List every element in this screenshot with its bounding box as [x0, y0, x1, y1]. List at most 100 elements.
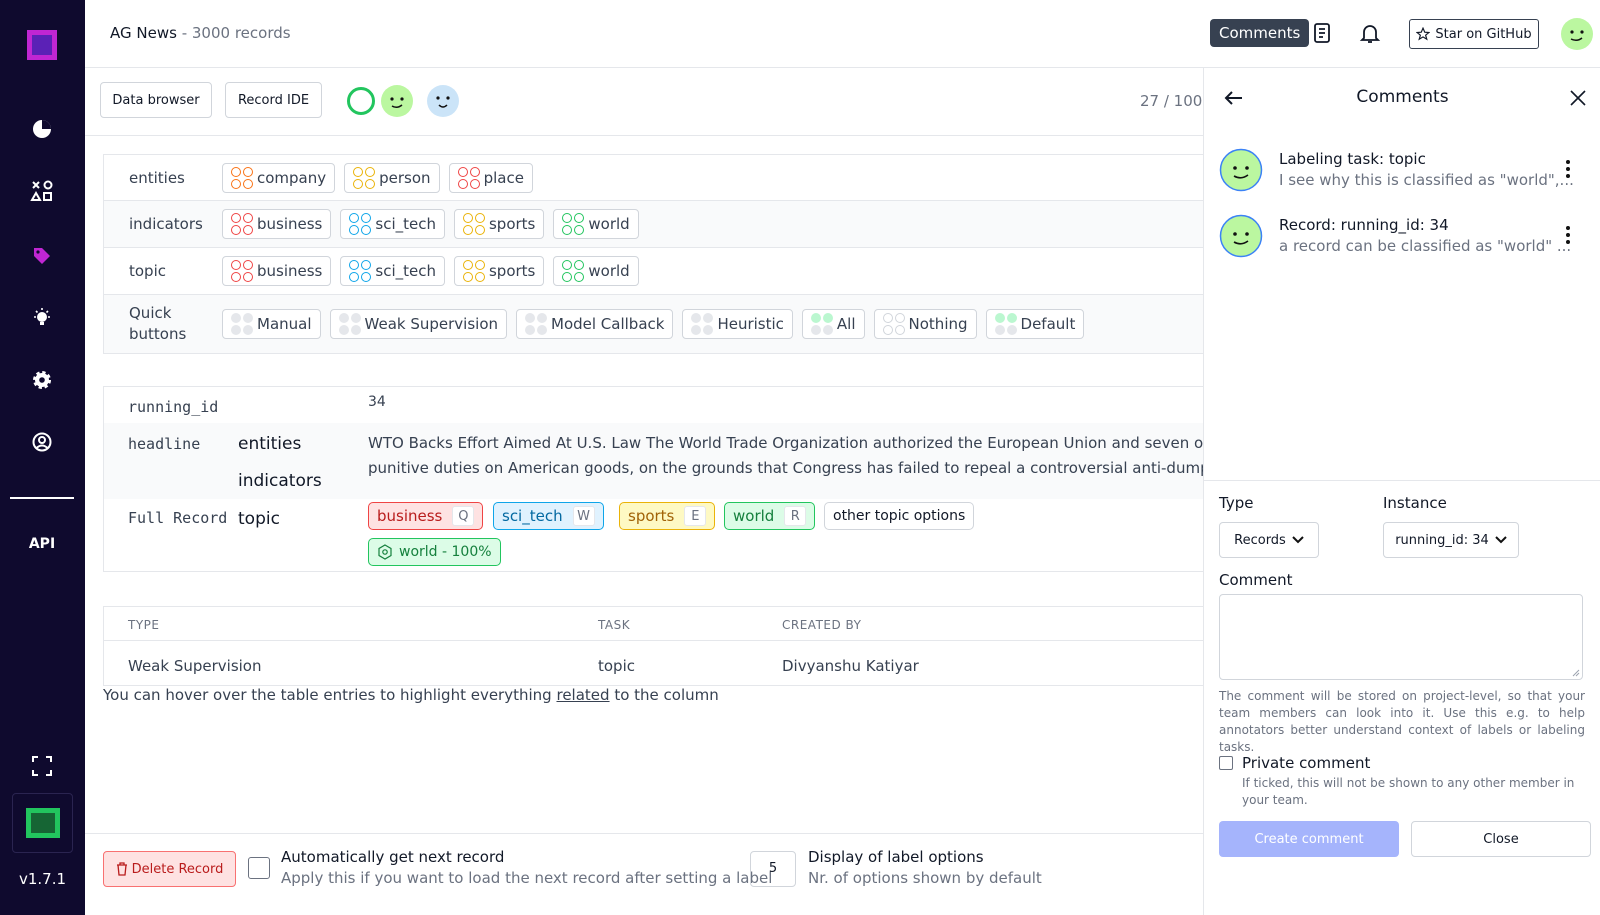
comment-textarea[interactable]	[1219, 594, 1583, 680]
full-record-label: Full Record	[128, 509, 228, 527]
label-chip[interactable]: company	[222, 162, 336, 193]
label-chip[interactable]: sports	[453, 209, 545, 239]
running-id-label: running_id	[128, 398, 219, 416]
record-ide-button[interactable]: Record IDE	[225, 82, 322, 118]
delete-record-button[interactable]: Delete Record	[103, 851, 236, 887]
panel-title: Comments	[1356, 87, 1449, 107]
labeling-table: entities company person place indicators b…	[103, 154, 1203, 354]
label-chip[interactable]: person	[344, 162, 440, 193]
hotkey-badge: R	[784, 506, 807, 526]
settings-icon[interactable]	[28, 366, 56, 394]
other-topic-options-button[interactable]: other topic options	[824, 502, 975, 530]
label-options-count-input[interactable]: 5	[750, 851, 796, 887]
display-options-subtitle: Nr. of options shown by default	[808, 869, 1042, 887]
github-label: Star on GitHub	[1435, 26, 1532, 42]
task-entities-label: entities	[238, 434, 302, 454]
topic-label-text: sci_tech	[502, 507, 563, 525]
auto-next-subtitle: Apply this if you want to load the next …	[281, 869, 773, 887]
label-chip[interactable]: sci_tech	[340, 209, 445, 239]
private-comment-checkbox[interactable]	[1219, 756, 1233, 770]
topic-label-button[interactable]: business Q	[368, 502, 484, 530]
private-comment-title: Private comment	[1242, 754, 1371, 772]
label-row-indicators: indicators business sci_tech sports world	[104, 201, 1203, 248]
annotator-avatar-green[interactable]	[380, 84, 414, 118]
app-logo[interactable]	[27, 30, 57, 60]
create-comment-button[interactable]: Create comment	[1219, 821, 1399, 857]
lightbulb-icon[interactable]	[28, 304, 56, 332]
close-icon[interactable]	[1566, 86, 1590, 110]
label-chip[interactable]: Model Callback	[516, 309, 674, 339]
label-chip[interactable]: place	[448, 162, 533, 193]
kebab-menu-icon[interactable]	[1564, 224, 1572, 246]
label-chip[interactable]: Manual	[222, 309, 321, 339]
delete-record-label: Delete Record	[131, 861, 224, 877]
hint-text-before: You can hover over the table entries to …	[103, 686, 552, 704]
comment-item[interactable]: Labeling task: topic I see why this is c…	[1219, 146, 1589, 196]
label-chip[interactable]: Nothing	[873, 309, 977, 339]
fullscreen-icon[interactable]	[28, 752, 56, 780]
hotkey-badge: E	[684, 506, 707, 526]
topic-label-button[interactable]: world R	[724, 502, 816, 530]
tag-icon[interactable]	[28, 242, 56, 270]
label-chip-text: sci_tech	[375, 215, 436, 233]
label-chip[interactable]: business	[222, 256, 332, 286]
hint-related-link[interactable]: related	[556, 686, 609, 704]
comments-tooltip: Comments	[1210, 19, 1310, 47]
label-chip[interactable]: world	[553, 256, 639, 286]
label-chip[interactable]: world	[553, 209, 639, 239]
data-browser-button[interactable]: Data browser	[100, 82, 212, 118]
weak-supervision-result[interactable]: world - 100%	[368, 538, 501, 566]
task-name: Quick buttons	[104, 303, 222, 345]
label-dots-icon	[562, 260, 585, 282]
label-dots-icon	[810, 313, 833, 335]
comments-document-icon[interactable]	[1310, 21, 1334, 45]
type-dropdown[interactable]: Records	[1219, 522, 1319, 558]
star-on-github-button[interactable]: Star on GitHub	[1409, 19, 1539, 49]
label-dots-icon	[882, 313, 905, 335]
label-chip[interactable]: sci_tech	[340, 256, 445, 286]
label-chip-text: business	[257, 215, 323, 233]
record-table: running_id 34 headline entities indicato…	[103, 386, 1203, 572]
annotator-avatar-blue[interactable]	[426, 84, 460, 118]
instance-dropdown[interactable]: running_id: 34	[1383, 522, 1519, 558]
label-dots-icon	[231, 166, 253, 189]
comment-label: Comment	[1219, 571, 1293, 589]
task-topic-label: topic	[238, 509, 280, 529]
bell-icon[interactable]	[1358, 21, 1382, 45]
comment-title: Record: running_id: 34	[1279, 216, 1449, 234]
comment-item[interactable]: Record: running_id: 34 a record can be c…	[1219, 212, 1589, 262]
task-indicators-label: indicators	[238, 471, 322, 491]
topic-label-button[interactable]: sports E	[619, 502, 716, 530]
running-id-value: 34	[368, 394, 386, 410]
main-content: Data browser Record IDE 27 / 1000 entiti…	[85, 68, 1203, 915]
label-chip[interactable]: All	[801, 309, 865, 339]
api-link[interactable]: API	[22, 536, 62, 552]
my-annotation-ring-icon[interactable]	[347, 87, 375, 115]
topic-label-text: business	[377, 507, 443, 525]
resize-handle-icon[interactable]	[1572, 669, 1580, 677]
user-avatar[interactable]	[1560, 17, 1594, 55]
label-chip-text: person	[379, 168, 431, 187]
label-chip[interactable]: Default	[985, 309, 1085, 339]
weak-supervision-label: world - 100%	[399, 544, 492, 560]
task-name: indicators	[129, 215, 203, 233]
shapes-icon[interactable]	[28, 177, 56, 205]
auto-next-record-checkbox[interactable]	[248, 857, 270, 879]
topic-label-button[interactable]: sci_tech W	[493, 502, 604, 530]
column-created-by: CREATED BY	[782, 618, 862, 632]
hint-text-after: to the column	[614, 686, 719, 704]
label-chip[interactable]: sports	[453, 256, 545, 286]
pie-chart-icon[interactable]	[28, 115, 56, 143]
user-circle-icon[interactable]	[28, 428, 56, 456]
label-chip-text: world	[588, 215, 630, 233]
brand-logo[interactable]	[12, 793, 73, 853]
label-chip[interactable]: Heuristic	[682, 309, 793, 339]
close-panel-button[interactable]: Close	[1411, 821, 1591, 857]
label-chip[interactable]: business	[222, 209, 332, 239]
chevron-down-icon	[1495, 536, 1507, 544]
type-dropdown-value: Records	[1234, 532, 1286, 548]
column-task: TASK	[598, 618, 631, 632]
kebab-menu-icon[interactable]	[1564, 158, 1572, 180]
label-chip[interactable]: Weak Supervision	[329, 309, 507, 339]
project-title: AG News - 3000 records	[110, 24, 291, 42]
